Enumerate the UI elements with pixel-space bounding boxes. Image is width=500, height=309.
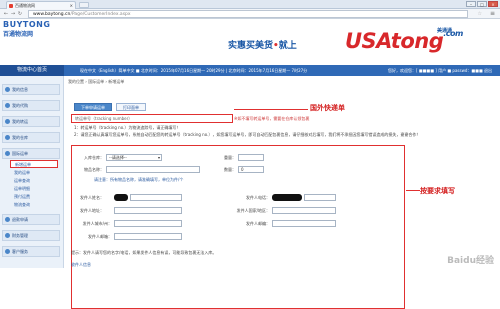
sender-email-input[interactable]: [114, 233, 182, 240]
qty-input[interactable]: 0: [238, 166, 264, 173]
qty-label: 数量：: [224, 167, 236, 172]
sidebar-item-purchase[interactable]: 我的代购: [2, 100, 60, 111]
sender-form: 入库仓库： --请选择-- ▾ 重量： 物品名称： 数量： 0 请注意：所有物品名…: [71, 145, 405, 309]
note-1: 1：转运单号（tracking no.）为物流追踪号，请正确填写！: [74, 125, 181, 130]
browser-tab-strip: 百通物流网 × – □ ×: [0, 0, 500, 9]
new-tab-button[interactable]: [79, 2, 89, 8]
usatong-cn: 美通通: [437, 28, 453, 34]
warehouse-select[interactable]: --请选择-- ▾: [106, 154, 162, 161]
url-domain: www.baytong.cn: [33, 12, 71, 17]
sender-name-label: 发件人姓名：: [80, 195, 104, 200]
sender-country-label: 发件人国家/地区：: [236, 208, 270, 213]
browser-menu-icon[interactable]: ≡: [490, 10, 495, 17]
headset-icon: [5, 249, 10, 254]
sender-addr-input[interactable]: [114, 207, 182, 214]
sender-city-input[interactable]: [114, 220, 182, 227]
tracking-number-input[interactable]: 转运单号（tracking number）: [71, 114, 233, 123]
browser-tab[interactable]: 百通物流网 ×: [6, 1, 76, 9]
warehouse-label: 入库仓库：: [84, 155, 104, 160]
topbar-user[interactable]: 您好，欢迎您：[ ■■■■ ] 用户 ■ passwd：■■■ 退出: [388, 65, 492, 76]
redacted-mark: [272, 194, 302, 201]
sidebar-sub-prepay[interactable]: 预付运费: [10, 193, 58, 201]
sidebar: 我的信息 我的代购 我的转运 我的仓库 国际运单 新增运单 我的运单 运单查询 …: [0, 76, 64, 268]
window-controls: – □ ×: [466, 1, 498, 8]
sidebar-item-warehouse[interactable]: 我的仓库: [2, 132, 60, 143]
note-2: 2：请您正确认真填写您运单号，系统自动匹配您的转运单号（tracking no.…: [74, 132, 421, 137]
sidebar-sub-tracking[interactable]: 物流查询: [10, 201, 58, 209]
url-path: /Page/CustomerIndex.aspx: [70, 12, 131, 17]
usatong-text: USAtong: [345, 29, 444, 53]
weight-input[interactable]: [238, 154, 264, 161]
sender-name-input[interactable]: [130, 194, 182, 201]
site-logo[interactable]: BUYTONG 百通物流网: [3, 20, 63, 38]
close-tab-icon[interactable]: ×: [70, 2, 73, 9]
redacted-mark: [114, 194, 128, 201]
tab-print-label[interactable]: 打印面单: [116, 103, 146, 111]
footer-note: 提示：发件人请写您的名字/电话，如果发件人信息有误，可能导致包裹无法入库。: [71, 250, 217, 255]
minimize-button[interactable]: –: [466, 1, 476, 7]
sidebar-item-forward[interactable]: 我的转运: [2, 116, 60, 127]
goods-note: 请注意：所有物品名称，请准确填写，单位为件/个: [94, 177, 184, 182]
goods-input[interactable]: [106, 166, 200, 173]
banner-slogan: 实惠买美货•就上: [228, 38, 297, 51]
truck-icon: [5, 119, 10, 124]
logo-brand: BUYTONG: [3, 20, 51, 29]
sender-phone-input[interactable]: [304, 194, 336, 201]
sender-phone-label: 发件人电话：: [246, 195, 270, 200]
slogan-left: 实惠买美货: [228, 41, 274, 51]
plane-icon: [5, 151, 10, 156]
sidebar-sub-new-waybill[interactable]: 新增运单: [10, 160, 58, 168]
sidebar-item-refund[interactable]: 退款申请: [2, 214, 60, 225]
cart-icon: [5, 103, 10, 108]
chevron-down-icon: ▾: [157, 155, 160, 160]
sidebar-sub-detail[interactable]: 运单明细: [10, 185, 58, 193]
sender-email-label: 发件人邮箱：: [88, 234, 112, 239]
sender-country-input[interactable]: [272, 207, 336, 214]
recipient-info-link[interactable]: 收件人信息: [71, 262, 91, 268]
bookmark-star-icon[interactable]: ☆: [478, 11, 482, 17]
favicon-icon: [9, 4, 13, 8]
breadcrumb: 我的位置 › 国际运单 › 新增运单: [68, 79, 125, 84]
watermark: Baidu经验: [447, 256, 494, 266]
annotation-arrow-form: [406, 190, 420, 191]
sidebar-item-finance[interactable]: 财务管理: [2, 230, 60, 241]
sidebar-item-waybill[interactable]: 国际运单: [2, 148, 60, 159]
logo-brand-cn: 百通物流网: [3, 31, 34, 38]
box-icon: [5, 135, 10, 140]
annotation-arrow-top: [234, 109, 308, 110]
top-nav-bar: 物流中心首页 现在中文（English）简单中文 ■ 北京时间：2015年07月…: [0, 65, 500, 76]
tab-new-waybill[interactable]: 下单申请运单: [74, 103, 112, 111]
money-icon: [5, 233, 10, 238]
annotation-form: 按要求填写: [420, 186, 455, 195]
forward-icon[interactable]: →: [10, 11, 16, 17]
refund-icon: [5, 217, 10, 222]
sender-city-label: 发件人城市/州：: [82, 221, 112, 226]
sender-addr-label: 发件人地址：: [80, 208, 104, 213]
address-bar-row: ← → ↻ www.baytong.cn/Page/CustomerIndex.…: [0, 9, 500, 19]
topbar-info: 现在中文（English）简单中文 ■ 北京时间：2015年07月16日星期一 …: [80, 68, 308, 73]
sidebar-sub-my-waybill[interactable]: 我的运单: [10, 169, 58, 177]
close-window-button[interactable]: ×: [488, 1, 498, 7]
sidebar-item-info[interactable]: 我的信息: [2, 84, 60, 95]
user-icon: [5, 87, 10, 92]
tab-title: 百通物流网: [15, 3, 35, 8]
tracking-hint: ※如不填写转运单号，需要在仓库认领包裹: [234, 116, 310, 121]
annotation-top: 国外快递单: [310, 103, 345, 112]
sidebar-item-service[interactable]: 客户服务: [2, 246, 60, 257]
main-content: 我的位置 › 国际运单 › 新增运单 下单申请运单 打印面单 转运单号（trac…: [66, 76, 496, 309]
slogan-right: 就上: [278, 41, 297, 51]
main-tabs: 下单申请运单 打印面单: [74, 103, 146, 111]
back-icon[interactable]: ←: [3, 11, 9, 17]
home-link[interactable]: 物流中心首页: [0, 65, 64, 76]
weight-label: 重量：: [224, 155, 236, 160]
sender-zip-input[interactable]: [272, 220, 336, 227]
maximize-button[interactable]: □: [477, 1, 487, 7]
goods-label: 物品名称：: [84, 167, 104, 172]
sidebar-sub-query[interactable]: 运单查询: [10, 177, 58, 185]
sender-zip-label: 发件人邮编：: [246, 221, 270, 226]
url-input[interactable]: www.baytong.cn/Page/CustomerIndex.aspx: [28, 10, 468, 18]
reload-icon[interactable]: ↻: [17, 11, 23, 17]
